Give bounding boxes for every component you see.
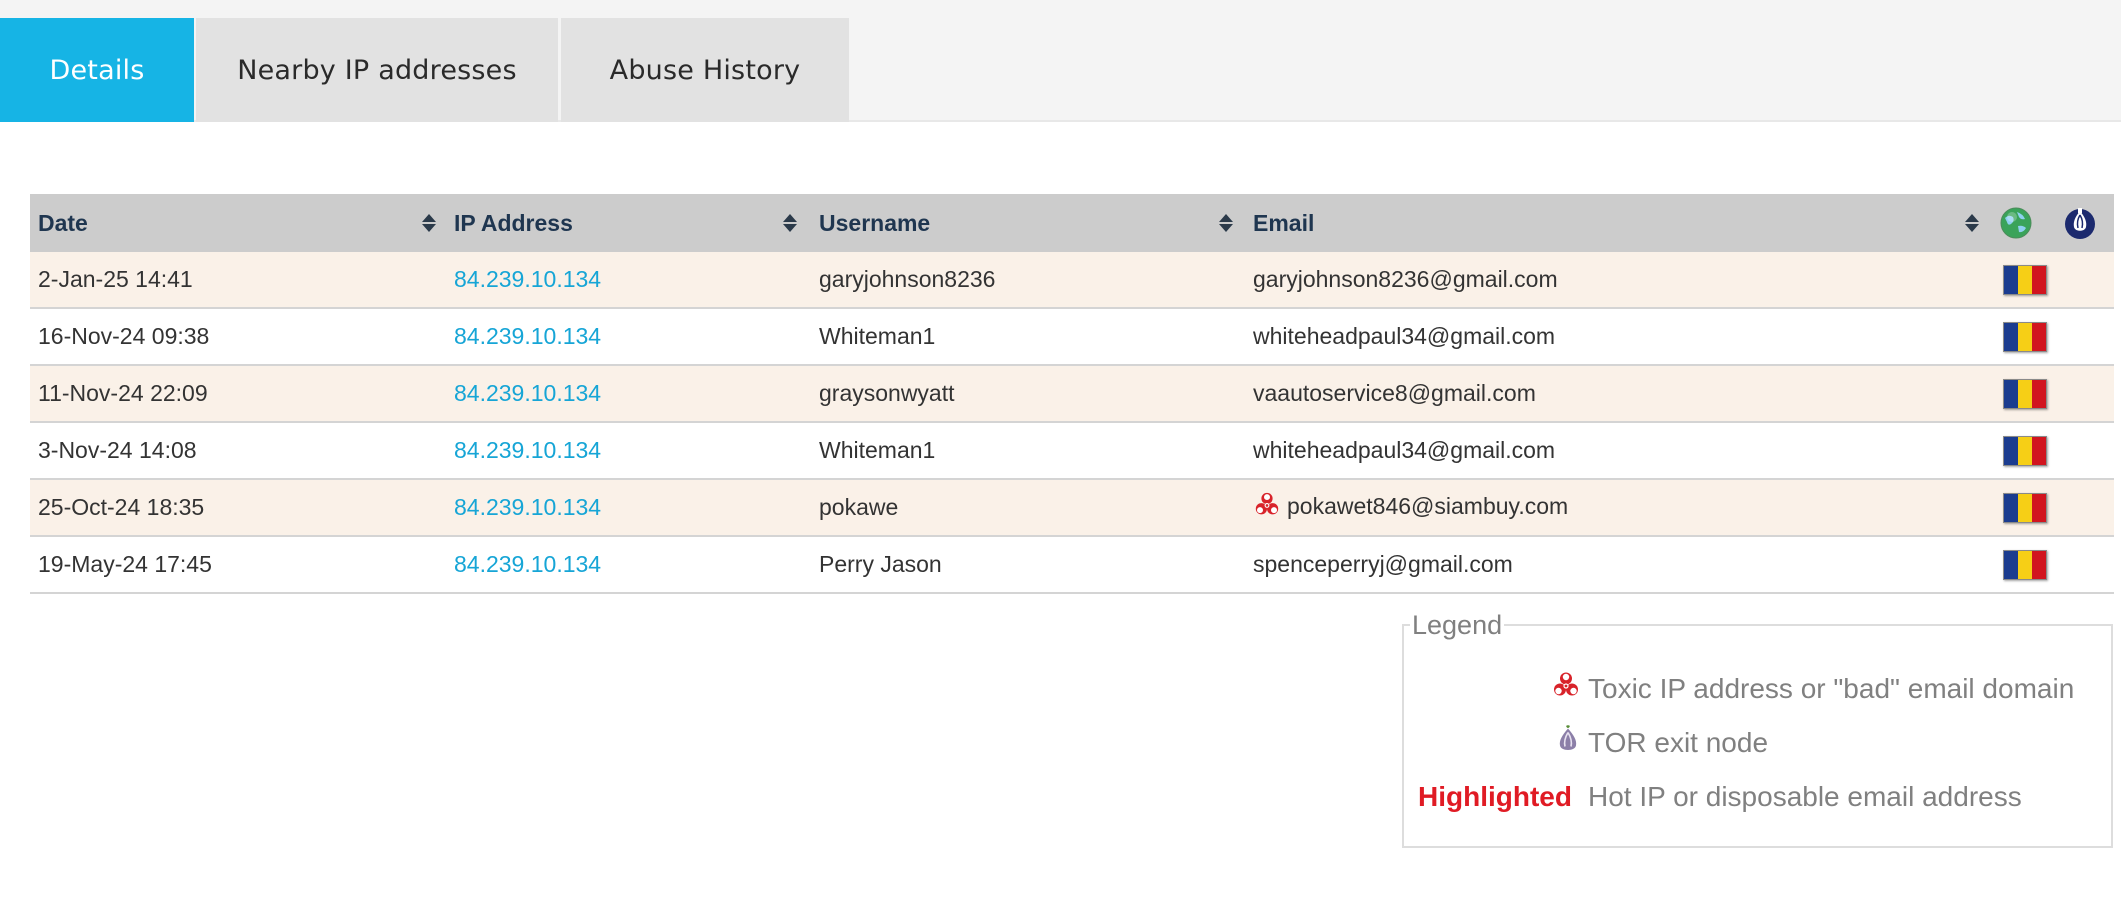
legend-item-toxic: Toxic IP address or "bad" email domain	[1404, 662, 2111, 716]
cell-tor	[2049, 365, 2114, 423]
legend-item-text: Hot IP or disposable email address	[1588, 781, 2022, 812]
cell-date: 11-Nov-24 22:09	[30, 365, 446, 423]
legend-box: Legend Toxic IP address or "bad" email d…	[1402, 610, 2113, 848]
biohazard-icon	[1551, 671, 1581, 708]
cell-username: pokawe	[811, 479, 1245, 537]
tab-nearby-ip-addresses[interactable]: Nearby IP addresses	[196, 18, 558, 122]
cell-ip: 84.239.10.134	[446, 422, 811, 480]
romania-flag-icon	[2003, 492, 2047, 523]
cell-email: garyjohnson8236@gmail.com	[1245, 252, 1989, 309]
abuse-table: Date IP Address Username Email 2-Jan-25 …	[30, 194, 2114, 594]
table-row: 3-Nov-24 14:08 84.239.10.134 Whiteman1 whit…	[30, 422, 2114, 480]
table-row: 2-Jan-25 14:41 84.239.10.134 garyjohnson82…	[30, 252, 2114, 309]
cell-ip: 84.239.10.134	[446, 252, 811, 309]
sort-icon[interactable]	[783, 214, 797, 232]
sort-icon[interactable]	[1965, 214, 1979, 232]
sort-icon[interactable]	[422, 214, 436, 232]
romania-flag-icon	[2003, 378, 2047, 409]
table-row: 16-Nov-24 09:38 84.239.10.134 Whiteman1 whi…	[30, 308, 2114, 366]
cell-tor	[2049, 308, 2114, 366]
tor-onion-icon	[2065, 208, 2095, 239]
column-header-label: Username	[819, 209, 931, 236]
cell-date: 25-Oct-24 18:35	[30, 479, 446, 537]
cell-username: garyjohnson8236	[811, 252, 1245, 309]
column-header-label: Email	[1253, 209, 1315, 236]
cell-email: pokawet846@siambuy.com	[1245, 479, 1989, 537]
table-row: 25-Oct-24 18:35 84.239.10.134 pokawe pokawe…	[30, 479, 2114, 537]
romania-flag-icon	[2003, 264, 2047, 295]
cell-date: 3-Nov-24 14:08	[30, 422, 446, 480]
column-header-country[interactable]	[1989, 194, 2049, 252]
legend-item-highlighted: Highlighted Hot IP or disposable email a…	[1404, 770, 2111, 824]
column-header-username[interactable]: Username	[811, 194, 1245, 252]
cell-ip: 84.239.10.134	[446, 308, 811, 366]
table-row: 19-May-24 17:45 84.239.10.134 Perry Jason s…	[30, 536, 2114, 594]
romania-flag-icon	[2003, 321, 2047, 352]
cell-tor	[2049, 252, 2114, 309]
cell-tor	[2049, 422, 2114, 480]
ip-address-link[interactable]: 84.239.10.134	[454, 437, 601, 463]
column-header-ip-address[interactable]: IP Address	[446, 194, 811, 252]
cell-tor	[2049, 536, 2114, 594]
table-row: 11-Nov-24 22:09 84.239.10.134 graysonwyatt…	[30, 365, 2114, 423]
email-text: garyjohnson8236@gmail.com	[1253, 266, 1558, 292]
tab-details[interactable]: Details	[0, 18, 194, 122]
legend-title: Legend	[1410, 610, 1505, 641]
cell-username: graysonwyatt	[811, 365, 1245, 423]
column-header-tor[interactable]	[2049, 194, 2114, 252]
cell-date: 19-May-24 17:45	[30, 536, 446, 594]
ip-address-link[interactable]: 84.239.10.134	[454, 380, 601, 406]
cell-ip: 84.239.10.134	[446, 479, 811, 537]
cell-email: vaautoservice8@gmail.com	[1245, 365, 1989, 423]
cell-date: 16-Nov-24 09:38	[30, 308, 446, 366]
tor-onion-icon	[1555, 725, 1581, 762]
cell-username: Whiteman1	[811, 422, 1245, 480]
cell-email: whiteheadpaul34@gmail.com	[1245, 422, 1989, 480]
ip-address-link[interactable]: 84.239.10.134	[454, 266, 601, 292]
ip-address-link[interactable]: 84.239.10.134	[454, 323, 601, 349]
sort-icon[interactable]	[1219, 214, 1233, 232]
email-text: whiteheadpaul34@gmail.com	[1253, 437, 1556, 463]
email-text: spenceperryj@gmail.com	[1253, 551, 1513, 577]
column-header-email[interactable]: Email	[1245, 194, 1989, 252]
cell-date: 2-Jan-25 14:41	[30, 252, 446, 309]
column-header-date[interactable]: Date	[30, 194, 446, 252]
ip-address-link[interactable]: 84.239.10.134	[454, 494, 601, 520]
email-text: pokawet846@siambuy.com	[1287, 492, 1569, 519]
cell-tor	[2049, 479, 2114, 537]
romania-flag-icon	[2003, 435, 2047, 466]
biohazard-icon	[1253, 491, 1281, 525]
legend-item-tor: TOR exit node	[1404, 716, 2111, 770]
legend-item-text: Toxic IP address or "bad" email domain	[1588, 673, 2075, 704]
column-header-label: Date	[38, 209, 88, 236]
cell-email: spenceperryj@gmail.com	[1245, 536, 1989, 594]
globe-icon	[2000, 207, 2032, 239]
highlighted-label: Highlighted	[1418, 781, 1572, 812]
cell-flag	[1989, 479, 2049, 537]
cell-ip: 84.239.10.134	[446, 365, 811, 423]
cell-flag	[1989, 252, 2049, 309]
cell-flag	[1989, 365, 2049, 423]
tab-bar: Details Nearby IP addresses Abuse Histor…	[0, 0, 2121, 122]
tab-abuse-history[interactable]: Abuse History	[561, 18, 849, 122]
cell-ip: 84.239.10.134	[446, 536, 811, 594]
cell-flag	[1989, 308, 2049, 366]
email-text: whiteheadpaul34@gmail.com	[1253, 323, 1556, 349]
cell-email: whiteheadpaul34@gmail.com	[1245, 308, 1989, 366]
ip-address-link[interactable]: 84.239.10.134	[454, 551, 601, 577]
table-header-row: Date IP Address Username Email	[30, 194, 2114, 252]
romania-flag-icon	[2003, 549, 2047, 580]
cell-flag	[1989, 422, 2049, 480]
cell-username: Perry Jason	[811, 536, 1245, 594]
cell-flag	[1989, 536, 2049, 594]
email-text: vaautoservice8@gmail.com	[1253, 380, 1536, 406]
column-header-label: IP Address	[454, 209, 573, 236]
cell-username: Whiteman1	[811, 308, 1245, 366]
legend-item-text: TOR exit node	[1588, 727, 1769, 758]
